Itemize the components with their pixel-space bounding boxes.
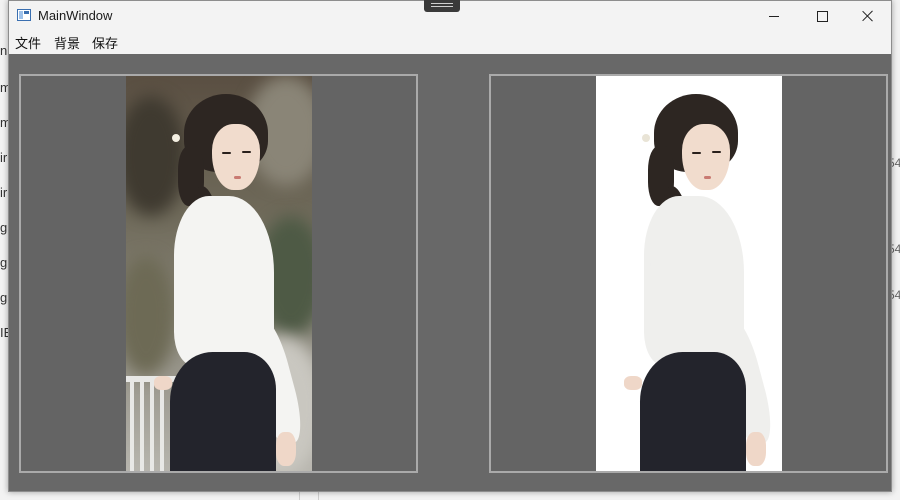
original-image-panel	[19, 74, 418, 473]
original-portrait-photo	[126, 76, 312, 471]
menu-bar: 文件 背景 保存	[9, 31, 891, 54]
maximize-button[interactable]	[799, 1, 845, 31]
snap-layout-handle[interactable]	[424, 0, 460, 12]
maximize-icon	[816, 10, 828, 22]
minimize-button[interactable]	[751, 1, 797, 31]
background-text-fragment: ir	[0, 150, 8, 165]
close-button[interactable]	[845, 1, 891, 31]
result-image-panel	[489, 74, 888, 473]
app-window-icon	[17, 9, 31, 21]
window-title: MainWindow	[38, 8, 113, 23]
main-window: MainWindow 文件 背景 保存	[8, 0, 892, 492]
menu-file[interactable]: 文件	[13, 33, 43, 52]
menu-background[interactable]: 背景	[52, 33, 82, 52]
minimize-icon	[769, 15, 779, 17]
background-text-fragment: ir	[0, 185, 8, 200]
result-portrait-photo	[596, 76, 782, 471]
close-icon	[862, 10, 874, 22]
menu-save[interactable]: 保存	[90, 33, 120, 52]
background-text-fragment: n	[0, 43, 8, 58]
